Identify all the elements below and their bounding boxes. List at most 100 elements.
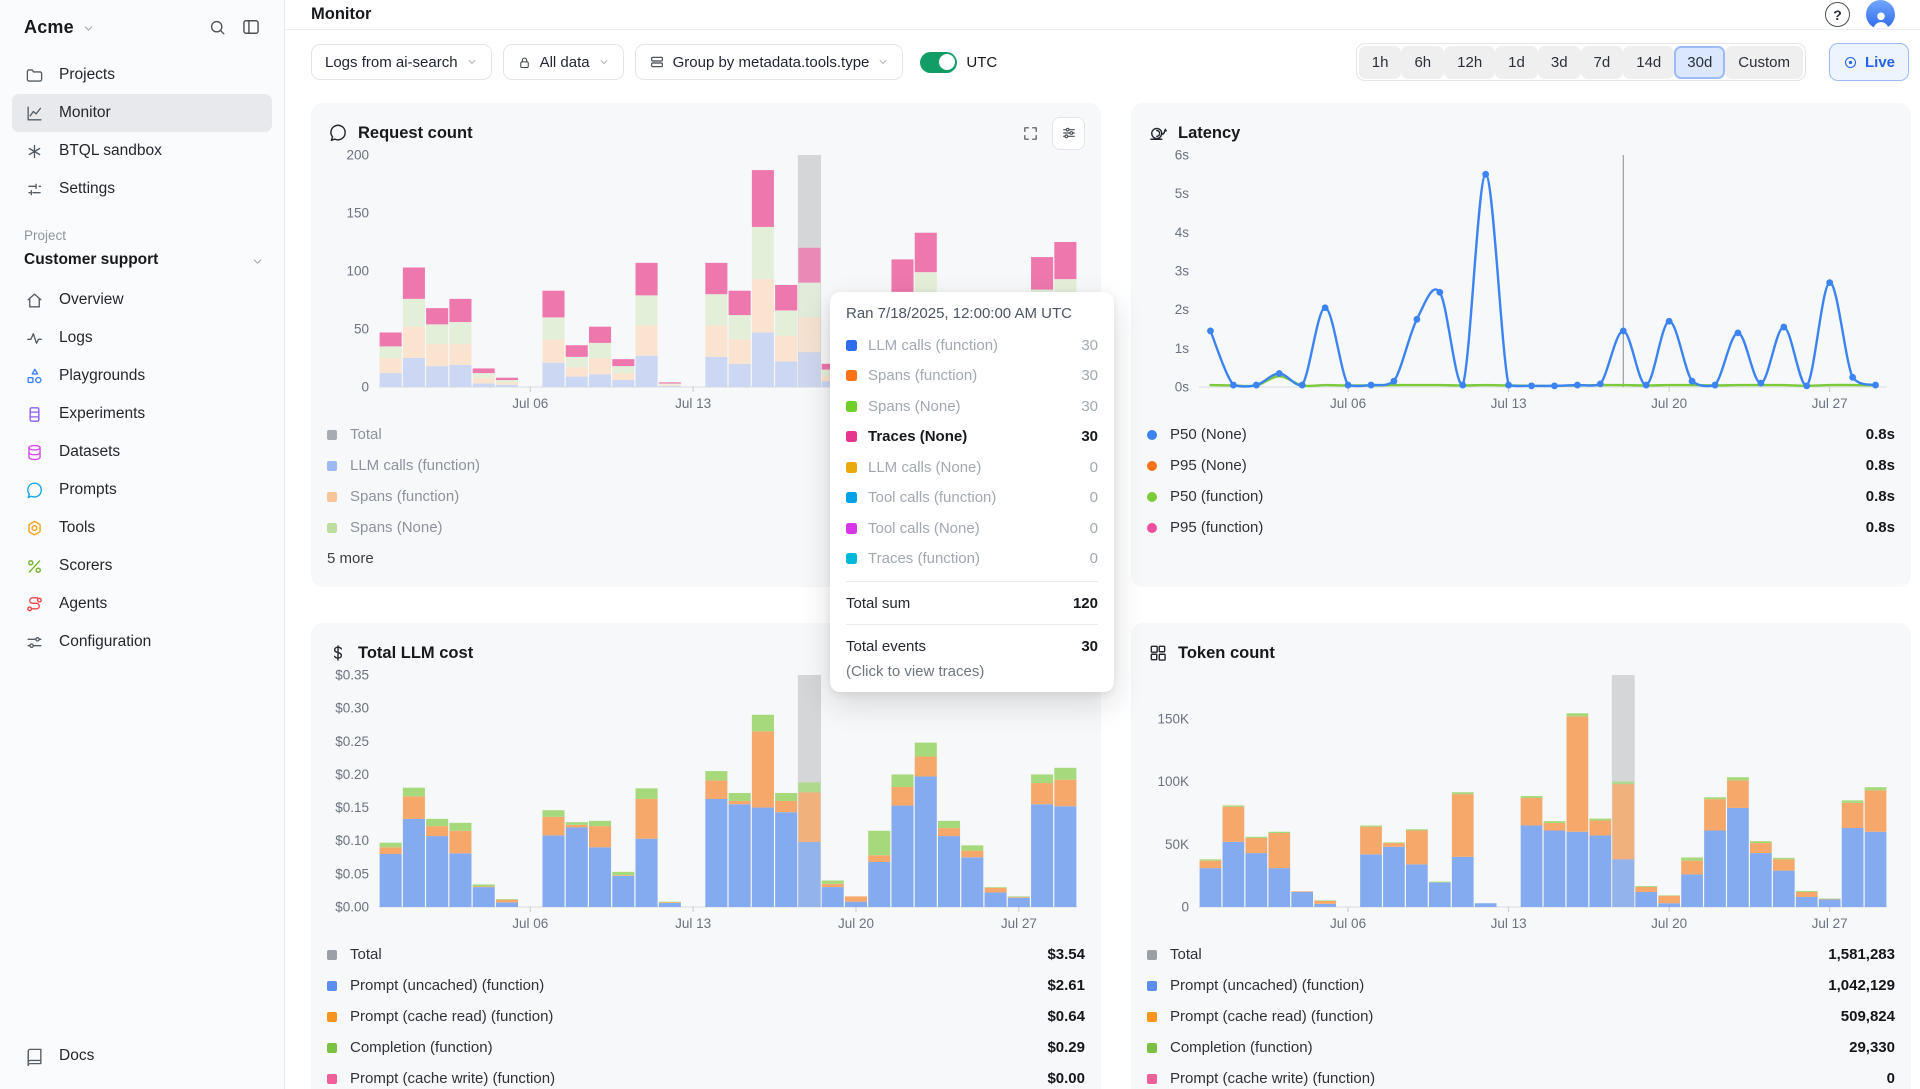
sidebar-item-label: Scorers [59,557,112,575]
tooltip-row: LLM calls (function)30 [846,330,1098,361]
svg-text:Jul 20: Jul 20 [1651,396,1687,411]
legend-swatch [327,461,337,471]
live-button[interactable]: Live [1829,43,1909,81]
sidebar-item-label: Datasets [59,443,120,461]
legend-value: 0 [1887,1070,1895,1087]
legend-label: Total [350,946,382,963]
asterisk-icon [24,141,44,161]
legend-row[interactable]: P95 (function)0.8s [1147,512,1895,543]
org-name[interactable]: Acme [24,17,74,38]
svg-text:50K: 50K [1165,837,1189,852]
legend-value: $3.54 [1047,946,1085,963]
legend-swatch [327,492,337,502]
time-range-custom[interactable]: Custom [1725,46,1803,79]
sidebar-item-experiments[interactable]: Experiments [12,395,272,433]
sidebar-item-overview[interactable]: Overview [12,281,272,319]
time-range-1d[interactable]: 1d [1495,46,1538,79]
svg-text:150: 150 [346,206,369,221]
legend-row[interactable]: Completion (function)29,330 [1147,1032,1895,1063]
sidebar-item-playgrounds[interactable]: Playgrounds [12,357,272,395]
sidebar-item-logs[interactable]: Logs [12,319,272,357]
sidebar-item-configuration[interactable]: Configuration [12,623,272,661]
sidebar-item-monitor[interactable]: Monitor [12,94,272,132]
main-area: Monitor ? Logs from ai-search All data G… [285,0,1920,1089]
sidebar-item-btql-sandbox[interactable]: BTQL sandbox [12,132,272,170]
time-range-14d[interactable]: 14d [1623,46,1674,79]
chart-settings-button[interactable] [1052,117,1085,150]
latency-chart[interactable]: 0s1s2s3s4s5s6sJul 06Jul 13Jul 20Jul 27 [1147,149,1895,415]
chart-tooltip: Ran 7/18/2025, 12:00:00 AM UTC LLM calls… [830,292,1114,692]
series-label: Spans (None) [868,398,961,415]
data-filter-button[interactable]: All data [503,44,624,80]
sidebar-item-settings[interactable]: Settings [12,170,272,208]
database-icon [24,442,44,462]
legend-row[interactable]: Completion (function)$0.29 [327,1032,1085,1063]
legend-label: Spans (None) [350,519,443,536]
legend-row[interactable]: Total $3.54 [327,939,1085,970]
sidebar-item-datasets[interactable]: Datasets [12,433,272,471]
legend-swatch [1147,523,1157,533]
time-range-30d[interactable]: 30d [1674,46,1725,79]
sidebar-item-label: Experiments [59,405,145,423]
request-count-header: Request count [327,117,1085,149]
chat-icon [327,123,348,144]
search-icon[interactable] [204,14,230,40]
utc-toggle[interactable] [920,52,957,73]
sidebar-item-label: Agents [59,595,107,613]
project-switcher[interactable]: Customer support [0,249,284,277]
series-value: 0 [1090,459,1098,476]
latency-legend: P50 (None)0.8sP95 (None)0.8sP50 (functio… [1147,419,1895,543]
page-title: Monitor [311,5,371,24]
token-count-header: Token count [1147,637,1895,669]
time-range-3d[interactable]: 3d [1538,46,1581,79]
time-range-6h[interactable]: 6h [1401,46,1444,79]
time-range-1h[interactable]: 1h [1359,46,1402,79]
folder-icon [24,65,44,85]
legend-row[interactable]: Prompt (cache read) (function)$0.64 [327,1001,1085,1032]
svg-text:50: 50 [354,322,369,337]
legend-row[interactable]: P95 (None)0.8s [1147,450,1895,481]
legend-row[interactable]: Total1,581,283 [1147,939,1895,970]
legend-row[interactable]: Prompt (cache read) (function)509,824 [1147,1001,1895,1032]
sidebar-item-agents[interactable]: Agents [12,585,272,623]
book-icon [24,1046,44,1066]
legend-row[interactable]: Prompt (cache write) (function)0 [1147,1063,1895,1089]
monitor-icon [24,103,44,123]
expand-chart-icon[interactable] [1018,121,1042,145]
tooltip-row: LLM calls (None)0 [846,452,1098,483]
config-icon [24,632,44,652]
time-range-12h[interactable]: 12h [1444,46,1495,79]
legend-row[interactable]: Prompt (cache write) (function)$0.00 [327,1063,1085,1089]
svg-text:Jul 13: Jul 13 [1491,916,1527,931]
chevron-down-icon [466,56,478,68]
group-by-button[interactable]: Group by metadata.tools.type [635,44,904,80]
tooltip-row: Spans (None)30 [846,391,1098,422]
sidebar-item-scorers[interactable]: Scorers [12,547,272,585]
token-count-chart[interactable]: 050K100K150KJul 06Jul 13Jul 20Jul 27 [1147,669,1895,935]
sidebar-item-tools[interactable]: Tools [12,509,272,547]
legend-swatch [327,981,337,991]
token-count-card: Token count050K100K150KJul 06Jul 13Jul 2… [1131,623,1911,1089]
legend-row[interactable]: Prompt (uncached) (function)1,042,129 [1147,970,1895,1001]
avatar[interactable] [1866,0,1895,29]
collapse-sidebar-icon[interactable] [238,14,264,40]
sidebar-item-label: Prompts [59,481,117,499]
svg-text:$0.25: $0.25 [335,734,369,749]
time-range-7d[interactable]: 7d [1581,46,1624,79]
help-button[interactable]: ? [1825,2,1850,27]
total-llm-cost-chart[interactable]: $0.00$0.05$0.10$0.15$0.20$0.25$0.30$0.35… [327,669,1085,935]
scope-filter-button[interactable]: Logs from ai-search [311,44,492,80]
legend-row[interactable]: Prompt (uncached) (function)$2.61 [327,970,1085,1001]
lock-icon [517,55,532,70]
legend-label: Prompt (cache read) (function) [1170,1008,1373,1025]
sidebar-item-prompts[interactable]: Prompts [12,471,272,509]
legend-row[interactable]: P50 (None)0.8s [1147,419,1895,450]
sidebar-project-nav: OverviewLogsPlaygrounds Experiments Datase… [0,277,284,661]
tooltip-total-events[interactable]: Total events30 [846,632,1098,660]
chart-title: Latency [1178,124,1240,143]
svg-text:$0.30: $0.30 [335,701,369,716]
legend-value: 1,581,283 [1828,946,1895,963]
legend-row[interactable]: P50 (function)0.8s [1147,481,1895,512]
sidebar-item-projects[interactable]: Projects [12,56,272,94]
sidebar-item-docs[interactable]: Docs [12,1037,272,1075]
